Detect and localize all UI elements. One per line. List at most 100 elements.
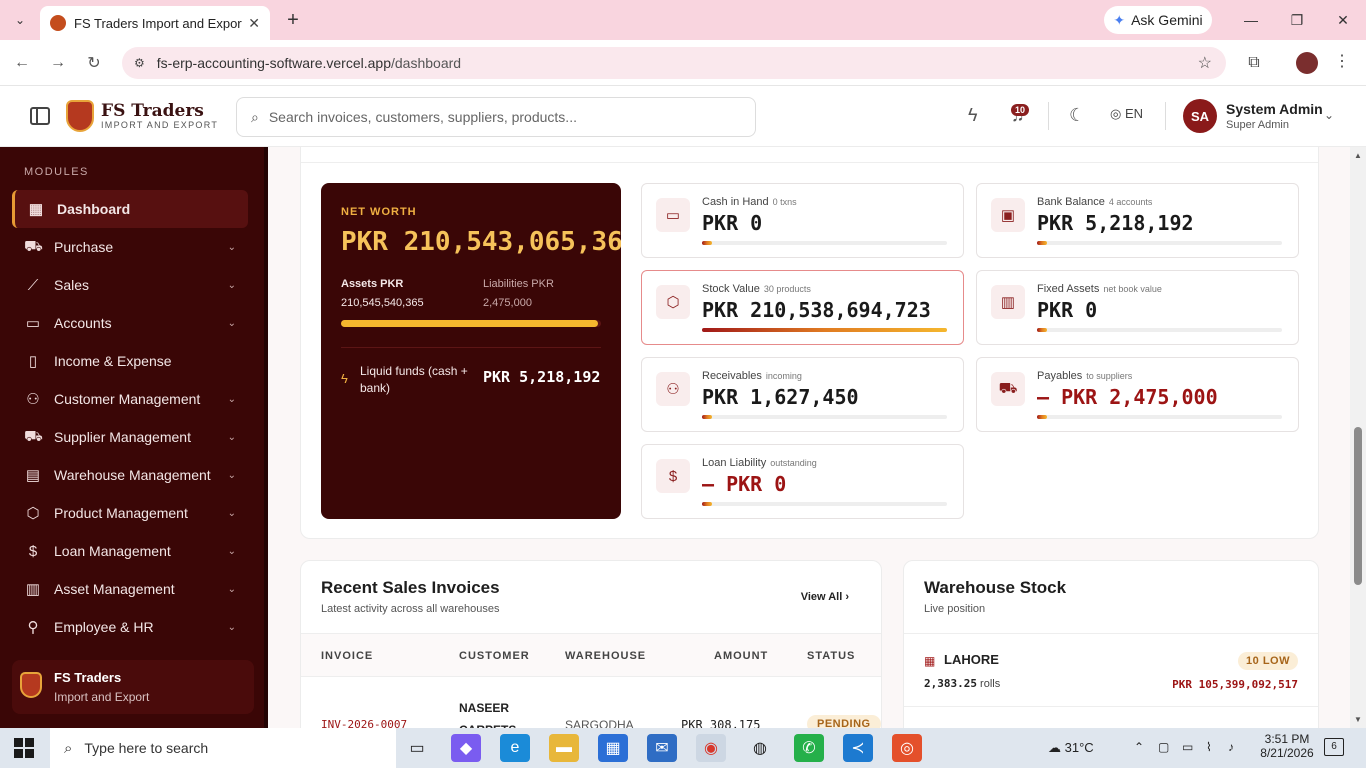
browser-profile-avatar[interactable] <box>1296 52 1318 74</box>
extensions-puzzle-icon[interactable]: ⧉ <box>1242 51 1266 75</box>
kpi-card-loan-liability[interactable]: $ Loan Liability outstanding – PKR 0 <box>641 444 964 519</box>
col-status[interactable]: STATUS <box>807 650 855 662</box>
kpi-card-cash-in-hand[interactable]: ▭ Cash in Hand 0 txns PKR 0 <box>641 183 964 258</box>
sidebar-item-warehouse-management[interactable]: ▤ Warehouse Management ⌄ <box>12 456 248 494</box>
wifi-icon[interactable]: ⌇ <box>1206 740 1212 754</box>
sidebar-toggle-icon[interactable] <box>30 107 50 125</box>
sidebar-item-purchase[interactable]: ⛟ Purchase ⌄ <box>12 228 248 266</box>
bookmark-star-icon[interactable]: ☆ <box>1198 53 1212 73</box>
close-window-icon[interactable]: ✕ <box>1330 8 1356 32</box>
copilot-icon[interactable]: ◆ <box>451 734 481 762</box>
obs-icon[interactable]: ◍ <box>745 734 775 762</box>
user-avatar[interactable]: SA <box>1183 99 1217 133</box>
battery-icon[interactable]: ▭ <box>1182 740 1193 754</box>
meet-icon[interactable]: ▢ <box>1158 740 1169 754</box>
file-explorer-icon[interactable]: ▬ <box>549 734 579 762</box>
kpi-subtitle: net book value <box>1103 284 1162 294</box>
sidebar-item-product-management[interactable]: ⬡ Product Management ⌄ <box>12 494 248 532</box>
volume-icon[interactable]: ♪ <box>1228 740 1234 754</box>
reload-icon[interactable]: ↻ <box>82 51 106 75</box>
user-menu-chevron-icon[interactable]: ⌄ <box>1324 108 1334 122</box>
notification-center-icon[interactable]: 6 <box>1324 738 1344 756</box>
sidebar-item-employee-hr[interactable]: ⚲ Employee & HR ⌄ <box>12 608 248 646</box>
sidebar-item-loan-management[interactable]: $ Loan Management ⌄ <box>12 532 248 570</box>
ask-gemini-button[interactable]: ✦ Ask Gemini <box>1104 6 1212 34</box>
user-name[interactable]: System Admin <box>1226 101 1323 117</box>
sidebar-item-dashboard[interactable]: ▦ Dashboard <box>12 190 248 228</box>
sidebar-item-income-expense[interactable]: ▯ Income & Expense <box>12 342 248 380</box>
close-tab-icon[interactable]: ✕ <box>248 15 260 32</box>
invoice-number[interactable]: INV-2026-0007 <box>321 718 407 728</box>
minimize-icon[interactable]: — <box>1238 8 1264 32</box>
wallet-icon: ▭ <box>656 198 690 232</box>
col-warehouse[interactable]: WAREHOUSE <box>565 650 646 662</box>
moon-icon[interactable]: ☾ <box>1069 105 1085 126</box>
global-search-input[interactable]: ⌕ Search invoices, customers, suppliers,… <box>236 97 756 137</box>
sidebar-item-customer-management[interactable]: ⚇ Customer Management ⌄ <box>12 380 248 418</box>
sidebar-item-label: Supplier Management <box>54 429 191 445</box>
outlook-icon[interactable]: ✉ <box>647 734 677 762</box>
whatsapp-icon[interactable]: ✆ <box>794 734 824 762</box>
ubuntu-icon[interactable]: ◎ <box>892 734 922 762</box>
site-settings-icon[interactable]: ⚙ <box>134 56 145 70</box>
browser-tab[interactable]: FS Traders Import and Export – ✕ <box>40 6 270 40</box>
scroll-down-icon[interactable]: ▼ <box>1354 715 1362 724</box>
maximize-icon[interactable]: ❐ <box>1284 8 1310 32</box>
kpi-value: – PKR 0 <box>702 472 787 496</box>
page-scrollbar[interactable]: ▲ ▼ <box>1350 147 1366 728</box>
chevron-down-icon: ⌄ <box>227 279 236 291</box>
kpi-card-fixed-assets[interactable]: ▥ Fixed Assets net book value PKR 0 <box>976 270 1299 345</box>
kpi-subtitle: incoming <box>765 371 802 381</box>
warehouse-row[interactable]: ▦ LAHORE 2,383.25 rolls 10 LOW PKR 105,3… <box>904 633 1318 705</box>
kpi-card-stock-value[interactable]: ⬡ Stock Value 30 products PKR 210,538,694,7… <box>641 270 964 345</box>
sidebar-item-accounts[interactable]: ▭ Accounts ⌄ <box>12 304 248 342</box>
kpi-card-payables[interactable]: ⛟ Payables to suppliers – PKR 2,475,000 <box>976 357 1299 432</box>
browser-menu-icon[interactable]: ⋮ <box>1334 51 1350 71</box>
brand-subtitle: IMPORT AND EXPORT <box>101 120 219 130</box>
brand-logo-icon <box>20 672 42 698</box>
back-arrow-icon[interactable]: ← <box>10 51 34 75</box>
sidebar-item-asset-management[interactable]: ▥ Asset Management ⌄ <box>12 570 248 608</box>
tab-search-chevron-icon[interactable]: ⌄ <box>8 8 32 32</box>
url-input[interactable]: ⚙ fs-erp-accounting-software.vercel.app /… <box>122 47 1226 79</box>
sidebar-item-label: Income & Expense <box>54 353 172 369</box>
taskbar-search-input[interactable]: ⌕ Type here to search <box>50 728 396 768</box>
col-invoice[interactable]: INVOICE <box>321 650 373 662</box>
sidebar-item-label: Accounts <box>54 315 112 331</box>
kpi-value: PKR 0 <box>702 211 763 235</box>
col-amount[interactable]: AMOUNT <box>714 650 768 662</box>
windows-start-icon[interactable] <box>14 738 34 758</box>
forward-arrow-icon[interactable]: → <box>46 51 70 75</box>
warehouse-row[interactable] <box>904 706 1318 728</box>
building-icon: ▥ <box>991 285 1025 319</box>
chevron-down-icon: ⌄ <box>227 317 236 329</box>
kpi-title-text: Stock Value <box>702 283 760 295</box>
lightning-icon[interactable]: ϟ <box>968 105 978 126</box>
vscode-icon[interactable]: ≺ <box>843 734 873 762</box>
language-switcher[interactable]: ◎ EN <box>1110 106 1143 122</box>
brand-name: FS Traders <box>101 101 204 121</box>
kpi-progress-fill <box>702 415 712 419</box>
clock[interactable]: 3:51 PM 8/21/2026 <box>1256 732 1318 760</box>
tray-chevron-icon[interactable]: ⌃ <box>1134 740 1144 754</box>
task-view-icon[interactable]: ▭ <box>402 734 432 762</box>
sidebar-item-sales[interactable]: ⟋ Sales ⌄ <box>12 266 248 304</box>
store-icon[interactable]: ▦ <box>598 734 628 762</box>
edge-browser-icon[interactable]: e <box>500 734 530 762</box>
scrollbar-thumb[interactable] <box>1354 427 1362 585</box>
net-worth-label: NET WORTH <box>341 206 417 218</box>
scroll-up-icon[interactable]: ▲ <box>1354 151 1362 160</box>
kpi-card-bank-balance[interactable]: ▣ Bank Balance 4 accounts PKR 5,218,192 <box>976 183 1299 258</box>
sidebar-item-supplier-management[interactable]: ⛟ Supplier Management ⌄ <box>12 418 248 456</box>
sidebar-section-label: MODULES <box>24 166 89 178</box>
chrome-icon[interactable]: ◉ <box>696 734 726 762</box>
kpi-card-receivables[interactable]: ⚇ Receivables incoming PKR 1,627,450 <box>641 357 964 432</box>
col-customer[interactable]: CUSTOMER <box>459 650 530 662</box>
kpi-title-text: Loan Liability <box>702 457 767 469</box>
new-tab-button[interactable]: + <box>282 8 304 32</box>
sidebar-item-label: Sales <box>54 277 90 293</box>
warehouse-icon: ▦ <box>924 654 936 668</box>
weather-widget[interactable]: ☁ 31°C <box>1048 740 1094 756</box>
header-divider <box>1048 102 1049 130</box>
view-all-link[interactable]: View All › <box>801 591 849 603</box>
